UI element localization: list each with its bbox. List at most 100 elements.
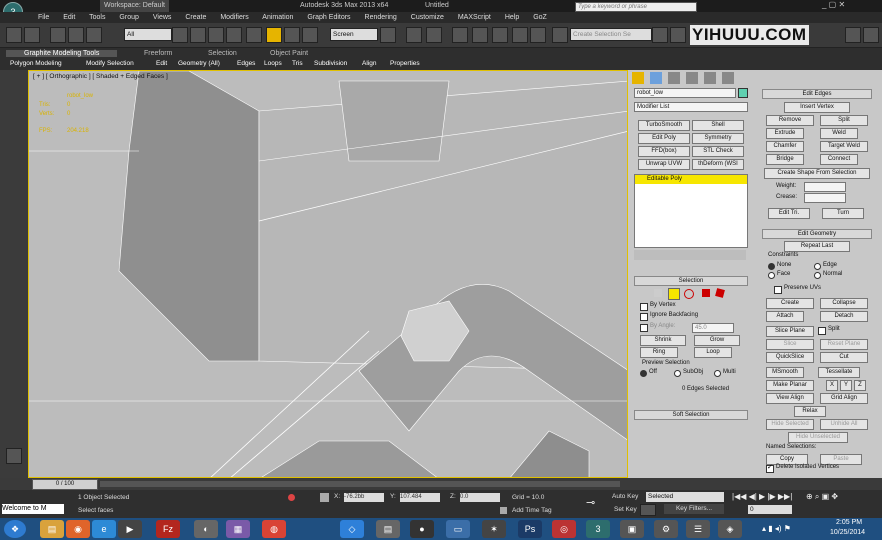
selection-filter-dropdown[interactable]: All xyxy=(124,28,172,41)
crease-spinner[interactable] xyxy=(804,193,846,203)
taskbar-app4-icon[interactable]: ⚙ xyxy=(654,520,678,538)
render-icon[interactable] xyxy=(863,27,879,43)
edge-mode-icon[interactable] xyxy=(668,288,680,300)
preview-off-radio[interactable] xyxy=(640,370,647,377)
constraint-edge-radio[interactable] xyxy=(814,263,821,270)
window-controls[interactable]: _ ▢ ✕ xyxy=(822,0,845,9)
ribbon-subdivision[interactable]: Subdivision xyxy=(314,60,347,67)
taskbar-firefox-icon[interactable]: ◉ xyxy=(66,520,90,538)
slice-button[interactable]: Slice xyxy=(766,339,814,350)
constraint-normal-radio[interactable] xyxy=(814,272,821,279)
ribbon-polygon-modeling[interactable]: Polygon Modeling xyxy=(10,60,62,67)
key-filters-button[interactable]: Key Filters... xyxy=(664,504,724,514)
taskbar-mudbox-icon[interactable]: ✶ xyxy=(482,520,506,538)
keyboard-shortcut-icon[interactable] xyxy=(426,27,442,43)
edit-edges-rollout-header[interactable]: Edit Edges xyxy=(762,89,872,99)
tab-freeform[interactable]: Freeform xyxy=(144,50,172,57)
select-scale-icon[interactable] xyxy=(302,27,318,43)
modify-tab-icon[interactable] xyxy=(650,72,662,84)
key-icon[interactable]: ⊸ xyxy=(586,496,595,509)
ribbon-properties[interactable]: Properties xyxy=(390,60,420,67)
delete-isolated-checkbox[interactable] xyxy=(766,463,774,473)
menu-group[interactable]: Group xyxy=(119,14,138,21)
thdeform-button[interactable]: thDeform (WSI xyxy=(692,159,744,170)
object-name-field[interactable]: robot_low xyxy=(634,88,736,98)
set-key-icon[interactable] xyxy=(640,504,656,516)
hierarchy-tab-icon[interactable] xyxy=(668,72,680,84)
repeat-last-button[interactable]: Repeat Last xyxy=(784,241,850,252)
align-icon[interactable] xyxy=(652,27,668,43)
create-shape-button[interactable]: Create Shape From Selection xyxy=(764,168,870,179)
ring-button[interactable]: Ring xyxy=(640,347,678,358)
menu-goz[interactable]: GoZ xyxy=(533,14,547,21)
ignore-backfacing-checkbox[interactable] xyxy=(640,313,648,321)
split-button[interactable]: Split xyxy=(820,115,868,126)
loop-button[interactable]: Loop xyxy=(694,347,732,358)
turn-button[interactable]: Turn xyxy=(822,208,864,219)
menu-animation[interactable]: Animation xyxy=(262,14,293,21)
undo-icon[interactable] xyxy=(6,27,22,43)
angle-snap-icon[interactable] xyxy=(472,27,488,43)
taskbar-app6-icon[interactable]: ◈ xyxy=(718,520,742,538)
by-angle-checkbox[interactable] xyxy=(640,324,648,332)
taskbar-3dsmax-icon[interactable]: 3 xyxy=(586,520,610,538)
modifier-list-dropdown[interactable]: Modifier List xyxy=(634,102,748,112)
border-mode-icon[interactable] xyxy=(684,289,694,299)
select-object-icon[interactable] xyxy=(172,27,188,43)
viewport-orthographic[interactable]: [ + ] [ Orthographic ] [ Shaded + Edged … xyxy=(28,70,628,478)
unlink-icon[interactable] xyxy=(68,27,84,43)
maxscript-listener[interactable]: Welcome to M xyxy=(2,504,64,514)
menu-edit[interactable]: Edit xyxy=(63,14,75,21)
hide-unselected-button[interactable]: Hide Unselected xyxy=(788,432,848,443)
symmetry-button[interactable]: Symmetry xyxy=(692,133,744,144)
unwrap-uvw-button[interactable]: Unwrap UVW xyxy=(638,159,690,170)
time-tag-icon[interactable] xyxy=(500,507,507,514)
spinner-snap-icon[interactable] xyxy=(512,27,528,43)
make-planar-button[interactable]: Make Planar xyxy=(766,380,814,391)
connect-button[interactable]: Connect xyxy=(820,154,858,165)
edit-poly-button[interactable]: Edit Poly xyxy=(638,133,690,144)
hide-selected-button[interactable]: Hide Selected xyxy=(766,419,814,430)
menu-file[interactable]: File xyxy=(38,14,49,21)
bridge-button[interactable]: Bridge xyxy=(766,154,804,165)
detach-button[interactable]: Detach xyxy=(820,311,868,322)
menu-create[interactable]: Create xyxy=(185,14,206,21)
search-input[interactable]: Type a keyword or phrase xyxy=(575,2,697,12)
attach-button[interactable]: Attach xyxy=(766,311,804,322)
taskbar-dropbox-icon[interactable]: ◇ xyxy=(340,520,364,538)
edit-geometry-rollout-header[interactable]: Edit Geometry xyxy=(762,229,872,239)
redo-icon[interactable] xyxy=(24,27,40,43)
select-move-icon[interactable] xyxy=(246,27,262,43)
add-time-tag[interactable]: Add Time Tag xyxy=(512,507,552,514)
reference-coordinate-dropdown[interactable]: Screen xyxy=(330,28,378,41)
viewport-nav-icons[interactable]: ⊕ ⌕ ▣ ✥ xyxy=(806,492,838,502)
time-slider-thumb[interactable]: 0 / 100 xyxy=(32,479,98,490)
weld-button[interactable]: Weld xyxy=(820,128,858,139)
absolute-mode-icon[interactable] xyxy=(320,493,329,502)
workspace-dropdown[interactable]: Workspace: Default xyxy=(100,0,169,12)
x-coordinate-field[interactable]: -76.2bb xyxy=(344,493,384,502)
taskbar-chrome-icon[interactable]: ◍ xyxy=(262,520,286,538)
angle-spinner[interactable]: 45.0 xyxy=(692,323,734,333)
menu-views[interactable]: Views xyxy=(153,14,172,21)
set-key-button[interactable]: Set Key xyxy=(614,506,637,513)
taskbar-app2-icon[interactable]: ◎ xyxy=(552,520,576,538)
menu-help[interactable]: Help xyxy=(505,14,519,21)
constraint-none-radio[interactable] xyxy=(768,263,775,270)
clock-date[interactable]: 10/25/2014 xyxy=(830,529,865,536)
grid-align-button[interactable]: Grid Align xyxy=(820,393,868,404)
taskbar-explorer-icon[interactable]: ▤ xyxy=(40,520,64,538)
viewport-label[interactable]: [ + ] [ Orthographic ] [ Shaded + Edged … xyxy=(33,73,168,80)
select-by-name-icon[interactable] xyxy=(190,27,206,43)
constraint-face-radio[interactable] xyxy=(768,272,775,279)
start-button[interactable]: ❖ xyxy=(4,520,26,538)
motion-tab-icon[interactable] xyxy=(686,72,698,84)
tab-object-paint[interactable]: Object Paint xyxy=(270,50,308,57)
display-tab-icon[interactable] xyxy=(704,72,716,84)
grow-button[interactable]: Grow xyxy=(694,335,740,346)
select-rotate-icon[interactable] xyxy=(284,27,300,43)
ribbon-geometry-all[interactable]: Geometry (All) xyxy=(178,60,220,67)
taskbar-ie-icon[interactable]: e xyxy=(92,520,116,538)
extrude-button[interactable]: Extrude xyxy=(766,128,804,139)
taskbar-filezilla-icon[interactable]: Fz xyxy=(156,520,180,538)
